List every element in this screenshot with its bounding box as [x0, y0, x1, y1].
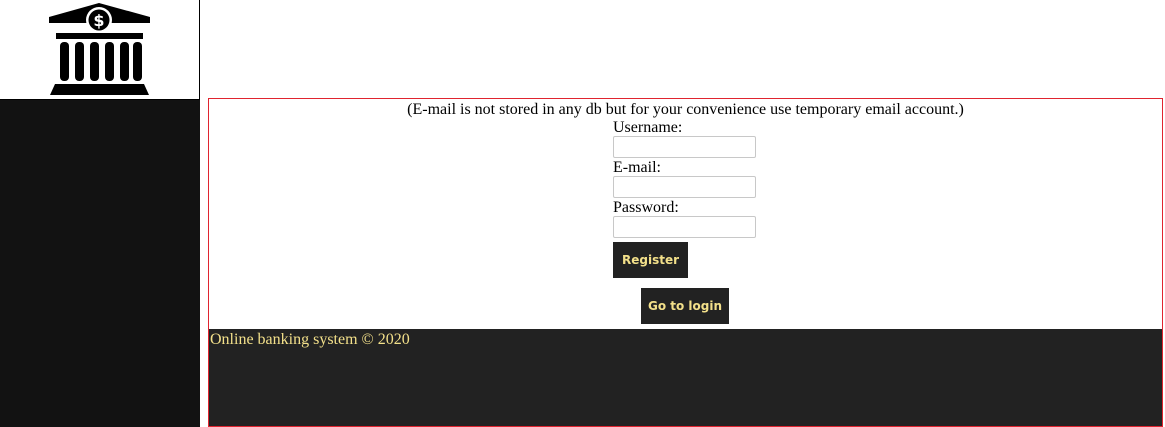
register-button[interactable]: Register	[613, 242, 688, 278]
email-input[interactable]	[613, 176, 756, 198]
svg-text:$: $	[93, 11, 104, 30]
logo-box: $	[0, 0, 200, 100]
footer: Online banking system © 2020	[209, 329, 1162, 426]
go-to-login-button[interactable]: Go to login	[641, 288, 729, 324]
main-panel: (E-mail is not stored in any db but for …	[208, 98, 1163, 427]
email-notice: (E-mail is not stored in any db but for …	[407, 101, 964, 118]
sidebar: $	[0, 0, 200, 427]
password-label: Password:	[613, 199, 679, 216]
username-input[interactable]	[613, 136, 756, 158]
bank-dollar-icon: $	[49, 3, 150, 95]
register-form: Username: E-mail: Password:	[613, 119, 813, 239]
password-input[interactable]	[613, 216, 756, 238]
email-label: E-mail:	[613, 159, 661, 176]
username-label: Username:	[613, 119, 683, 136]
footer-copyright: Online banking system © 2020	[210, 331, 410, 348]
